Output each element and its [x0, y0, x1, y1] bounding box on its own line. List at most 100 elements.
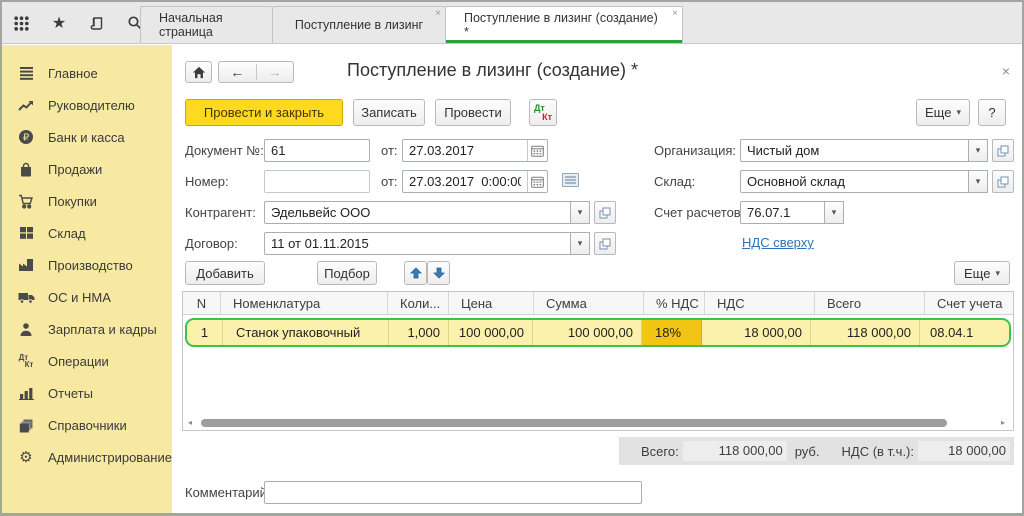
scroll-right-icon[interactable]: ▸	[996, 418, 1010, 427]
post-and-close-button[interactable]: Провести и закрыть	[185, 99, 343, 126]
move-down-button[interactable]	[427, 261, 450, 285]
doc-no-input[interactable]	[264, 139, 370, 162]
row-cell-price[interactable]: 100 000,00	[449, 320, 533, 345]
counterparty-open-button[interactable]	[594, 201, 616, 224]
sidebar-item-operations[interactable]: ДтКт Операции	[2, 345, 172, 377]
row-cell-account[interactable]: 08.04.1	[920, 320, 1009, 345]
sidebar-item-fixed-assets[interactable]: ОС и НМА	[2, 281, 172, 313]
col-header-vat[interactable]: НДС	[705, 292, 815, 314]
contract-input[interactable]	[264, 232, 570, 255]
account-dropdown-button[interactable]: ▾	[824, 201, 844, 224]
settlement-account-input[interactable]	[740, 201, 824, 224]
doc-date-label: от:	[381, 139, 398, 162]
warehouse-input[interactable]	[740, 170, 968, 193]
col-header-vat-rate[interactable]: % НДС	[644, 292, 705, 314]
row-cell-quantity[interactable]: 1,000	[389, 320, 449, 345]
counterparty-dropdown-button[interactable]: ▾	[570, 201, 590, 224]
row-cell-amount[interactable]: 100 000,00	[533, 320, 642, 345]
tab-close-icon[interactable]: ×	[672, 9, 678, 19]
sidebar-item-bank-cash[interactable]: ₽ Банк и касса	[2, 121, 172, 153]
sidebar-item-manager[interactable]: Руководителю	[2, 89, 172, 121]
form-close-icon[interactable]: ×	[1002, 63, 1010, 79]
factory-icon	[17, 257, 35, 273]
sidebar-item-references[interactable]: Справочники	[2, 409, 172, 441]
row-cell-vat-rate[interactable]: 18%	[642, 320, 702, 345]
back-button[interactable]: ←	[219, 64, 256, 80]
number-input[interactable]	[264, 170, 370, 193]
sidebar-item-salary-hr[interactable]: Зарплата и кадры	[2, 313, 172, 345]
move-up-button[interactable]	[404, 261, 427, 285]
chevron-down-icon: ▾	[578, 207, 583, 218]
warehouse-field: ▾	[740, 170, 1014, 193]
sidebar-item-production[interactable]: Производство	[2, 249, 172, 281]
chevron-down-icon: ▾	[976, 176, 981, 187]
items-toolbar: Добавить Подбор Еще▾	[172, 261, 1022, 287]
history-icon[interactable]	[86, 12, 108, 34]
contract-label: Договор:	[185, 232, 238, 255]
calendar-icon[interactable]	[527, 171, 547, 192]
col-header-quantity[interactable]: Коли...	[388, 292, 449, 314]
col-header-nomenclature[interactable]: Номенклатура	[221, 292, 388, 314]
top-bar-icons: ★	[10, 2, 158, 44]
row-cell-nomenclature[interactable]: Станок упаковочный	[223, 320, 389, 345]
help-button[interactable]: ?	[978, 99, 1006, 126]
settlement-account-field: ▾	[740, 201, 844, 224]
favorites-star-icon[interactable]: ★	[48, 12, 70, 34]
vat-mode-link[interactable]: НДС сверху	[742, 235, 814, 250]
contract-dropdown-button[interactable]: ▾	[570, 232, 590, 255]
history-nav-group: ← →	[218, 61, 294, 83]
command-bar: Провести и закрыть Записать Провести Дт …	[172, 99, 1022, 128]
sidebar-item-purchases[interactable]: Покупки	[2, 185, 172, 217]
col-header-price[interactable]: Цена	[449, 292, 534, 314]
sidebar-item-label: Покупки	[48, 194, 97, 209]
organization-open-button[interactable]	[992, 139, 1014, 162]
organization-input[interactable]	[740, 139, 968, 162]
col-header-account[interactable]: Счет учета	[925, 292, 1013, 314]
col-header-total[interactable]: Всего	[815, 292, 925, 314]
pick-button[interactable]: Подбор	[317, 261, 377, 285]
total-value: 118 000,00	[683, 441, 787, 461]
post-button[interactable]: Провести	[435, 99, 511, 126]
total-label: Всего:	[641, 444, 679, 459]
warehouse-dropdown-button[interactable]: ▾	[968, 170, 988, 193]
sidebar-item-label: Операции	[48, 354, 109, 369]
write-button[interactable]: Записать	[353, 99, 425, 126]
document-list-icon[interactable]	[562, 173, 579, 187]
warehouse-open-button[interactable]	[992, 170, 1014, 193]
add-row-button[interactable]: Добавить	[185, 261, 265, 285]
sidebar-item-warehouse[interactable]: Склад	[2, 217, 172, 249]
table-row-selected[interactable]: 1 Станок упаковочный 1,000 100 000,00 10…	[185, 318, 1011, 347]
dtkt-postings-button[interactable]: Дт Кт	[529, 99, 557, 126]
counterparty-input[interactable]	[264, 201, 570, 224]
calendar-icon[interactable]	[527, 140, 547, 161]
scrollbar-thumb[interactable]	[201, 419, 947, 427]
organization-dropdown-button[interactable]: ▾	[968, 139, 988, 162]
row-cell-total[interactable]: 118 000,00	[811, 320, 920, 345]
sidebar-item-sales[interactable]: Продажи	[2, 153, 172, 185]
row-cell-vat[interactable]: 18 000,00	[702, 320, 811, 345]
items-more-button[interactable]: Еще▾	[954, 261, 1010, 285]
more-button[interactable]: Еще▾	[916, 99, 970, 126]
scroll-left-icon[interactable]: ◂	[183, 418, 197, 427]
col-header-n[interactable]: N	[183, 292, 221, 314]
date-input[interactable]	[403, 174, 527, 189]
top-bar: ★ Начальная страница Поступление в лизин…	[2, 2, 1022, 44]
sidebar-item-reports[interactable]: Отчеты	[2, 377, 172, 409]
tab-home[interactable]: Начальная страница	[140, 6, 272, 43]
sidebar-item-administration[interactable]: ⚙ Администрирование	[2, 441, 172, 473]
doc-date-input[interactable]	[403, 143, 527, 158]
col-header-amount[interactable]: Сумма	[534, 292, 644, 314]
chevron-down-icon: ▾	[995, 268, 1000, 279]
forward-button[interactable]: →	[256, 64, 294, 80]
home-button[interactable]	[185, 61, 212, 83]
app-window: ★ Начальная страница Поступление в лизин…	[0, 0, 1024, 516]
sidebar-item-label: Главное	[48, 66, 98, 81]
contract-open-button[interactable]	[594, 232, 616, 255]
tab-leasing-list[interactable]: Поступление в лизинг ×	[272, 6, 445, 43]
tab-close-icon[interactable]: ×	[435, 9, 441, 19]
comment-input[interactable]	[264, 481, 642, 504]
tab-leasing-create[interactable]: Поступление в лизинг (создание) * ×	[445, 6, 683, 43]
row-cell-n[interactable]: 1	[187, 320, 223, 345]
sidebar-item-main[interactable]: Главное	[2, 57, 172, 89]
apps-grid-icon[interactable]	[10, 12, 32, 34]
